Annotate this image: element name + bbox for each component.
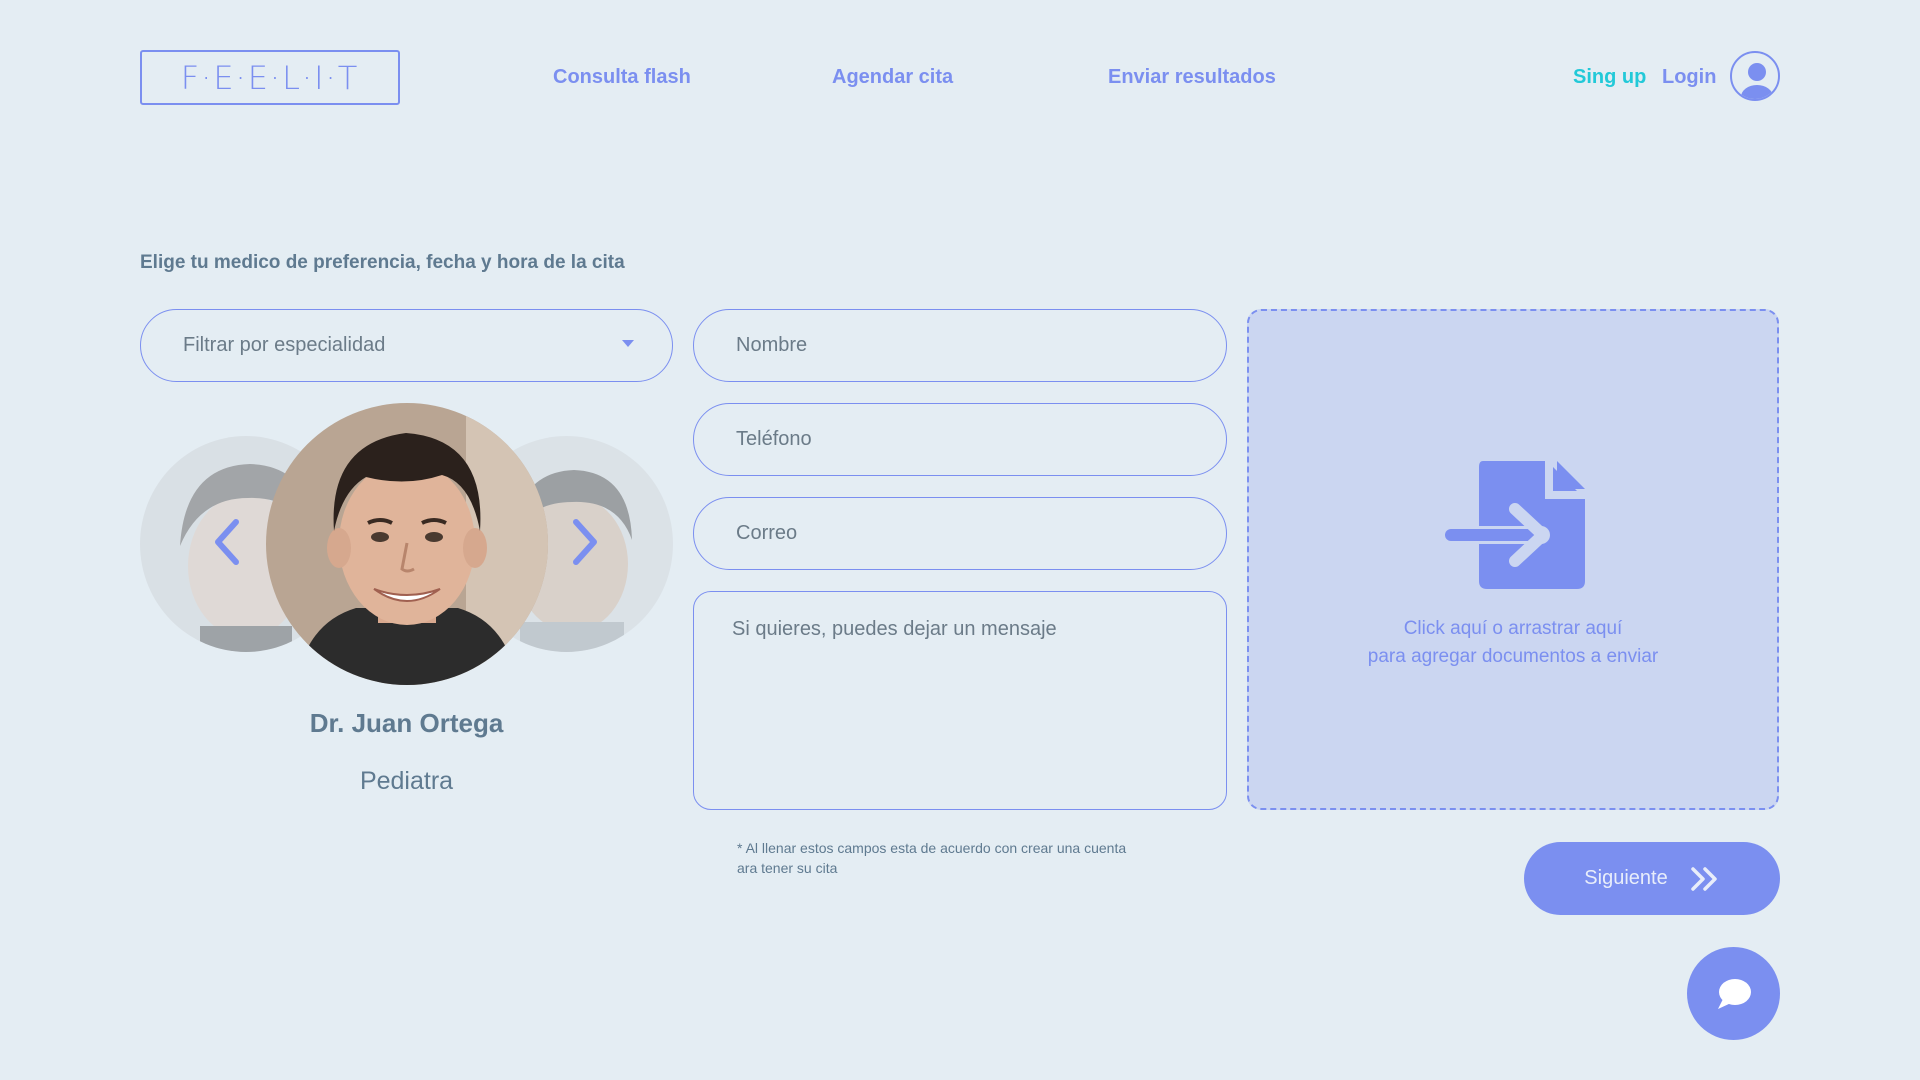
email-field[interactable]: Correo: [693, 497, 1227, 570]
chevron-right-icon[interactable]: [570, 518, 600, 566]
user-avatar-icon: [1741, 63, 1773, 99]
signup-link[interactable]: Sing up: [1573, 66, 1646, 89]
document-dropzone[interactable]: Click aquí o arrastrar aquí para agregar…: [1247, 309, 1779, 810]
name-field[interactable]: Nombre: [693, 309, 1227, 382]
page-instruction: Elige tu medico de preferencia, fecha y …: [140, 252, 625, 273]
dropzone-text-line1: Click aquí o arrastrar aquí: [1403, 618, 1623, 639]
email-field-placeholder: Correo: [736, 522, 798, 544]
caret-down-icon: [622, 340, 634, 347]
user-avatar-button[interactable]: [1730, 51, 1780, 101]
chat-bubble-icon: [1717, 978, 1751, 1009]
nav-enviar-resultados[interactable]: Enviar resultados: [1108, 66, 1276, 89]
double-chevron-right-icon: [1690, 866, 1717, 891]
dropzone-text: Click aquí o arrastrar aquí para agregar…: [1249, 615, 1777, 671]
name-field-placeholder: Nombre: [736, 334, 808, 356]
message-placeholder: Si quieres, puedes dejar un mensaje: [732, 618, 1057, 640]
nav-consulta-flash[interactable]: Consulta flash: [553, 66, 691, 89]
specialty-filter-placeholder: Filtrar por especialidad: [183, 334, 386, 356]
doctor-carousel: [140, 400, 673, 690]
phone-field[interactable]: Teléfono: [693, 403, 1227, 476]
login-link[interactable]: Login: [1662, 66, 1716, 89]
chevron-left-icon[interactable]: [212, 518, 242, 566]
file-import-icon: [1445, 461, 1585, 589]
nav-agendar-cita[interactable]: Agendar cita: [832, 66, 953, 89]
specialty-filter-select[interactable]: Filtrar por especialidad: [140, 309, 673, 382]
next-button-label: Siguiente: [1584, 867, 1668, 889]
next-button[interactable]: Siguiente: [1524, 842, 1780, 915]
logo[interactable]: F·E·E·L·I·T: [140, 50, 400, 105]
phone-field-placeholder: Teléfono: [736, 428, 812, 450]
doctor-name: Dr. Juan Ortega: [309, 708, 504, 738]
consent-note-line1: * Al llenar estos campos esta de acuerdo…: [737, 840, 1127, 856]
doctor-photo-current: [266, 403, 548, 685]
consent-note-line2: ara tener su cita: [737, 860, 838, 876]
doctor-specialty: Pediatra: [359, 767, 454, 795]
consent-note: * Al llenar estos campos esta de acuerdo…: [737, 838, 1126, 878]
chat-button[interactable]: [1687, 947, 1780, 1040]
dropzone-text-line2: para agregar documentos a enviar: [1367, 646, 1659, 667]
message-textarea[interactable]: Si quieres, puedes dejar un mensaje: [693, 591, 1227, 810]
